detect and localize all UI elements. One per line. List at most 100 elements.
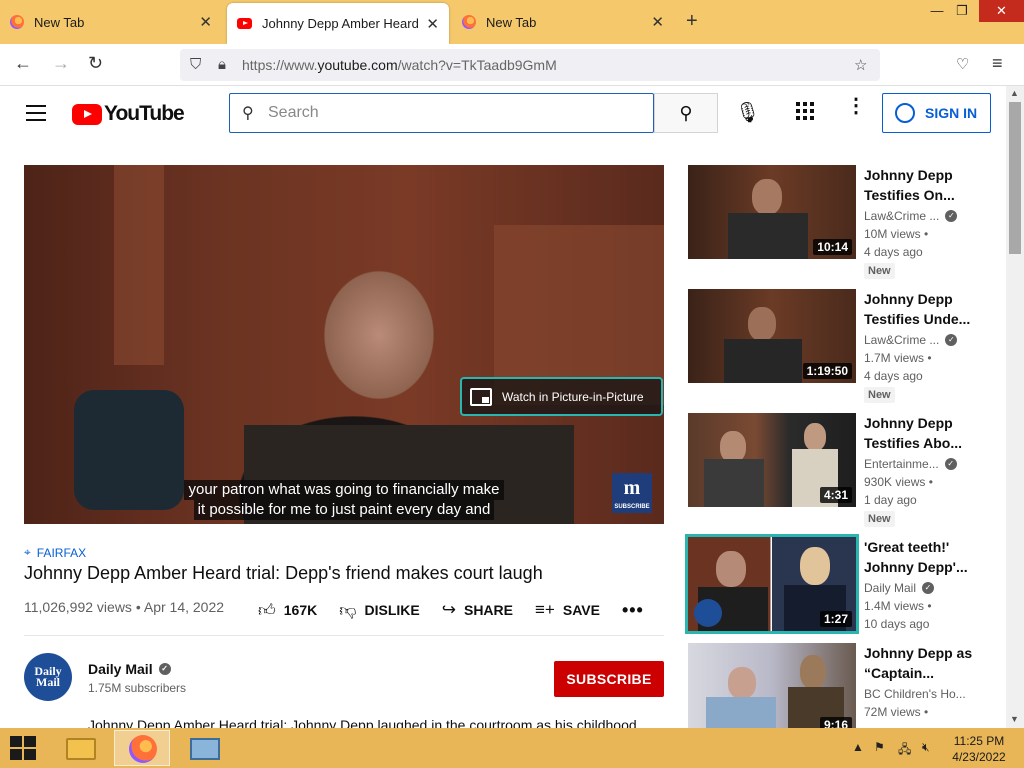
location-pin-icon: ⌖ bbox=[24, 545, 31, 559]
more-options-icon[interactable]: ⋮ bbox=[846, 96, 866, 116]
video-duration: 10:14 bbox=[813, 239, 852, 255]
video-thumbnail[interactable]: 10:14 bbox=[688, 165, 856, 259]
channel-label: Entertainme... bbox=[864, 457, 939, 471]
thumbnail-person bbox=[800, 655, 826, 689]
video-description[interactable]: Johnny Depp Amber Heard trial: Johnny De… bbox=[88, 717, 637, 728]
reload-button[interactable]: ↻ bbox=[88, 53, 103, 74]
forward-button[interactable]: → bbox=[52, 53, 70, 74]
channel-avatar[interactable]: Daily Mail bbox=[24, 653, 72, 701]
close-icon[interactable]: ✕ bbox=[199, 13, 212, 31]
new-badge: New bbox=[864, 387, 895, 403]
video-thumbnail[interactable]: 1:27 bbox=[685, 534, 859, 634]
recommended-title: Johnny Depp as “Captain... bbox=[864, 645, 973, 681]
chair-shape bbox=[74, 390, 184, 510]
system-clock[interactable]: 11:25 PM 4/23/2022 bbox=[944, 733, 1014, 765]
upload-date: Apr 14, 2022 bbox=[143, 599, 225, 615]
picture-in-picture-button[interactable]: Watch in Picture-in-Picture bbox=[460, 377, 663, 416]
window-taskbar-button[interactable] bbox=[176, 730, 232, 766]
close-icon[interactable]: ✕ bbox=[651, 13, 664, 31]
verified-check-icon: ✓ bbox=[945, 210, 958, 222]
maximize-button[interactable]: ❐ bbox=[947, 0, 977, 22]
recommended-video[interactable]: 10:14 Johnny Depp Testifies On... Law&Cr… bbox=[688, 165, 998, 283]
sign-in-button[interactable]: SIGN IN bbox=[882, 93, 991, 133]
microphone-icon[interactable]: 🎙︎ bbox=[735, 100, 760, 125]
firefox-icon bbox=[462, 15, 476, 29]
thumbnail-person bbox=[800, 547, 830, 585]
hamburger-menu-icon[interactable] bbox=[26, 105, 46, 121]
search-icon: ⚲ bbox=[242, 105, 254, 122]
views-label: 1.7M views bbox=[864, 351, 925, 365]
verified-check-icon: ✓ bbox=[945, 334, 958, 346]
like-count: 167K bbox=[283, 602, 318, 618]
window-close-button[interactable]: ✕ bbox=[979, 0, 1024, 22]
channel-name: Daily Mail bbox=[88, 661, 153, 677]
url-text[interactable]: https://www.youtube.com/watch?v=TkTaadb9… bbox=[242, 57, 557, 73]
save-label: SAVE bbox=[562, 602, 600, 618]
new-tab-button[interactable]: + bbox=[686, 10, 698, 33]
thumbnail-person bbox=[716, 551, 746, 587]
thumbnail-person bbox=[724, 339, 802, 383]
tab-title: Johnny Depp Amber Heard trial bbox=[262, 16, 419, 31]
back-button[interactable]: ← bbox=[14, 53, 32, 74]
pocket-icon[interactable]: ♡ bbox=[956, 55, 969, 73]
network-icon[interactable]: 🖧︎ bbox=[898, 740, 911, 761]
thumbnail-person bbox=[728, 213, 808, 259]
address-bar[interactable]: ⛉ 🔒︎ https://www.youtube.com/watch?v=TkT… bbox=[180, 49, 880, 81]
close-icon[interactable]: ✕ bbox=[426, 15, 439, 33]
search-icon: ⚲ bbox=[679, 103, 693, 123]
youtube-logo[interactable]: YouTube bbox=[72, 102, 185, 126]
apps-grid-icon[interactable] bbox=[796, 102, 814, 120]
recommended-views: 1.4M views • bbox=[864, 599, 932, 613]
shield-icon[interactable]: ⛉ bbox=[190, 56, 201, 73]
dislike-button[interactable]: 👎︎ DISLIKE bbox=[339, 600, 420, 621]
scroll-up-arrow-icon[interactable]: ▲ bbox=[1010, 88, 1019, 98]
search-box[interactable]: ⚲ bbox=[229, 93, 654, 133]
pip-icon bbox=[470, 387, 492, 406]
video-thumbnail[interactable]: 9:16 bbox=[688, 643, 856, 728]
channel-name-link[interactable]: Daily Mail ✓ bbox=[88, 661, 171, 677]
video-thumbnail[interactable]: 4:31 bbox=[688, 413, 856, 507]
tab-new-tab-2[interactable]: New Tab ✕ bbox=[452, 4, 674, 40]
scroll-down-arrow-icon[interactable]: ▼ bbox=[1010, 714, 1019, 724]
recommended-video[interactable]: 4:31 Johnny Depp Testifies Abo... Entert… bbox=[688, 413, 998, 531]
new-badge: New bbox=[864, 511, 895, 527]
tab-new-tab-1[interactable]: New Tab ✕ bbox=[0, 4, 222, 40]
save-button[interactable]: ≡+ SAVE bbox=[535, 600, 600, 620]
recommended-title: Johnny Depp Testifies Abo... bbox=[864, 415, 963, 451]
bookmark-star-icon[interactable]: ☆ bbox=[854, 56, 867, 74]
channel-label: Daily Mail bbox=[864, 581, 917, 595]
search-input[interactable] bbox=[268, 101, 638, 125]
tab-youtube-video[interactable]: Johnny Depp Amber Heard trial ✕ bbox=[227, 3, 449, 44]
views-label: 1.4M views bbox=[864, 599, 925, 613]
recommended-video[interactable]: 1:27 'Great teeth!' Johnny Depp'... Dail… bbox=[685, 534, 998, 655]
video-player[interactable]: Watch in Picture-in-Picture your patron … bbox=[24, 165, 664, 524]
channel-watermark[interactable]: m SUBSCRIBE bbox=[612, 473, 652, 513]
subscriber-count: 1.75M subscribers bbox=[88, 681, 187, 695]
firefox-taskbar-button[interactable] bbox=[114, 730, 170, 766]
show-hidden-icons-arrow[interactable]: ▲ bbox=[852, 740, 864, 754]
divider bbox=[24, 635, 664, 636]
url-domain: youtube.com bbox=[317, 57, 398, 73]
search-button[interactable]: ⚲ bbox=[654, 93, 718, 133]
volume-muted-icon[interactable]: 🔇︎ bbox=[922, 740, 930, 755]
location-hashtag[interactable]: ⌖ FAIRFAX bbox=[24, 545, 86, 560]
thumbnail-person bbox=[748, 307, 776, 341]
video-actions: 👍︎ 167K 👎︎ DISLIKE ↪ SHARE ≡+ SAVE ••• bbox=[258, 595, 644, 625]
scrollbar-thumb[interactable] bbox=[1009, 102, 1021, 254]
file-explorer-taskbar-button[interactable] bbox=[52, 730, 108, 766]
action-center-flag-icon[interactable]: ⚑ bbox=[874, 740, 885, 754]
recommended-video[interactable]: 1:19:50 Johnny Depp Testifies Unde... La… bbox=[688, 289, 998, 407]
recommended-channel: Entertainme... ✓ bbox=[864, 457, 957, 471]
video-thumbnail[interactable]: 1:19:50 bbox=[688, 289, 856, 383]
thumbnail-person bbox=[728, 667, 756, 699]
recommended-video[interactable]: 9:16 Johnny Depp as “Captain... BC Child… bbox=[688, 643, 998, 728]
video-meta: 11,026,992 views • Apr 14, 2022 bbox=[24, 599, 224, 615]
windows-start-button[interactable] bbox=[10, 736, 38, 760]
recommended-views: 72M views • bbox=[864, 705, 929, 719]
app-menu-icon[interactable]: ≡ bbox=[992, 53, 1003, 74]
subscribe-button[interactable]: SUBSCRIBE bbox=[554, 661, 664, 697]
like-button[interactable]: 👍︎ 167K bbox=[258, 600, 317, 621]
share-button[interactable]: ↪ SHARE bbox=[442, 600, 513, 620]
lock-icon[interactable]: 🔒︎ bbox=[218, 56, 226, 73]
more-actions-icon[interactable]: ••• bbox=[622, 600, 644, 621]
